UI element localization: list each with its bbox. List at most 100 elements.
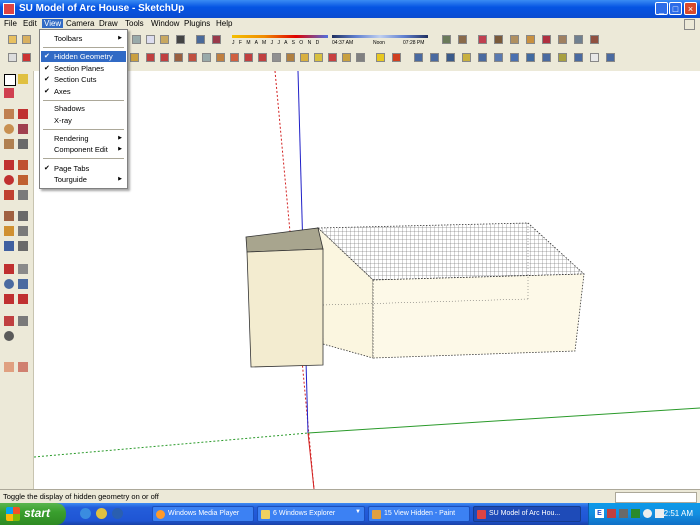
vcb-measurement-box[interactable] xyxy=(615,492,697,503)
minimize-icon[interactable]: _ xyxy=(655,2,668,15)
menu-draw[interactable]: Draw xyxy=(99,19,118,28)
zoom-tool-icon[interactable] xyxy=(4,279,14,289)
fog-icon[interactable] xyxy=(212,35,221,44)
star-icon[interactable] xyxy=(376,53,385,62)
outlook-icon[interactable] xyxy=(96,508,107,519)
position-camera-left-icon[interactable] xyxy=(4,316,14,326)
open-folder-icon[interactable] xyxy=(22,35,31,44)
styles-icon[interactable] xyxy=(494,35,503,44)
volume-icon[interactable] xyxy=(655,509,664,518)
menu-file[interactable]: File xyxy=(4,19,17,28)
push-pull-icon[interactable] xyxy=(174,53,183,62)
menu-camera[interactable]: Camera xyxy=(66,19,94,28)
menu-plugins[interactable]: Plugins xyxy=(184,19,210,28)
preferences-icon[interactable] xyxy=(590,35,599,44)
zoom-window-tool-icon[interactable] xyxy=(18,279,28,289)
shaded-icon[interactable] xyxy=(558,53,567,62)
walk-left-icon[interactable] xyxy=(18,316,28,326)
security-icon[interactable] xyxy=(631,509,640,518)
menu-item-toolbars[interactable]: Toolbars ▶ xyxy=(41,33,126,44)
menu-item-section-planes[interactable]: ✔ Section Planes xyxy=(41,63,126,74)
dimension-left-icon[interactable] xyxy=(18,226,28,236)
protractor-icon[interactable] xyxy=(258,53,267,62)
text-tool-left-icon[interactable] xyxy=(18,211,28,221)
maximize-icon[interactable]: □ xyxy=(669,2,682,15)
camera-front-icon[interactable] xyxy=(160,35,169,44)
task-windows-media-player[interactable]: Windows Media Player xyxy=(152,506,254,522)
layer-manager-icon[interactable] xyxy=(442,35,451,44)
menu-item-hidden-geometry[interactable]: ✔ Hidden Geometry xyxy=(41,51,126,62)
rotate-tool-icon[interactable] xyxy=(4,175,14,185)
help-icon[interactable] xyxy=(590,53,599,62)
follow-me-tool-icon[interactable] xyxy=(18,175,28,185)
media-player-icon[interactable] xyxy=(112,508,123,519)
zoom-icon[interactable] xyxy=(342,53,351,62)
entity-info-icon[interactable] xyxy=(542,35,551,44)
task-paint[interactable]: 15 View Hidden - Paint xyxy=(368,506,470,522)
move-tool-icon[interactable] xyxy=(4,160,14,170)
camera-back-icon[interactable] xyxy=(176,35,185,44)
zoom-extents-icon[interactable] xyxy=(4,294,14,304)
gear-icon[interactable] xyxy=(130,53,139,62)
erase-icon[interactable] xyxy=(22,53,31,62)
cancel-x-icon[interactable] xyxy=(392,53,401,62)
rectangle-icon[interactable] xyxy=(4,109,14,119)
camera-top-icon[interactable] xyxy=(146,35,155,44)
antivirus-icon[interactable] xyxy=(607,509,616,518)
restore-document-icon[interactable] xyxy=(684,19,695,30)
3d-text-left-icon[interactable] xyxy=(18,241,28,251)
cut-icon[interactable] xyxy=(8,53,17,62)
zoom-window-icon[interactable] xyxy=(356,53,365,62)
circle-icon[interactable] xyxy=(4,124,14,134)
freehand-icon[interactable] xyxy=(18,139,28,149)
polygon-icon[interactable] xyxy=(4,139,14,149)
network-icon[interactable] xyxy=(619,509,628,518)
menu-item-tourguide[interactable]: Tourguide ▶ xyxy=(41,174,126,185)
select-arrow-icon[interactable] xyxy=(4,74,16,86)
model-info-icon[interactable] xyxy=(574,35,583,44)
scale-tool-icon[interactable] xyxy=(4,190,14,200)
3d-text-icon[interactable] xyxy=(300,53,309,62)
tape-tool-icon[interactable] xyxy=(4,211,14,221)
sketchup-app-icon[interactable] xyxy=(3,3,15,15)
text-tool-icon[interactable] xyxy=(272,53,281,62)
position-camera-icon[interactable] xyxy=(446,53,455,62)
eraser-icon[interactable] xyxy=(4,88,14,98)
section-cut-icon[interactable] xyxy=(494,53,503,62)
menu-help[interactable]: Help xyxy=(216,19,232,28)
menu-view[interactable]: View xyxy=(42,19,64,28)
line-pencil-icon[interactable] xyxy=(18,109,28,119)
section-display-left-icon[interactable] xyxy=(18,362,28,372)
menu-item-section-cuts[interactable]: ✔ Section Cuts xyxy=(41,74,126,85)
start-button[interactable]: start xyxy=(0,503,66,525)
display-section-icon[interactable] xyxy=(478,53,487,62)
scenes-icon[interactable] xyxy=(510,35,519,44)
scale-icon[interactable] xyxy=(202,53,211,62)
task-sketchup[interactable]: SU Model of Arc Hou... xyxy=(473,506,581,522)
clock[interactable]: 2:51 AM xyxy=(664,509,693,518)
pan-icon[interactable] xyxy=(328,53,337,62)
look-around-left-icon[interactable] xyxy=(4,331,14,341)
axes-left-icon[interactable] xyxy=(4,226,14,236)
section-plane-left-icon[interactable] xyxy=(4,362,14,372)
time-slider[interactable] xyxy=(332,35,428,38)
walk-icon[interactable] xyxy=(414,53,423,62)
materials-icon[interactable] xyxy=(478,35,487,44)
menu-item-rendering[interactable]: Rendering ▶ xyxy=(41,133,126,144)
new-file-icon[interactable] xyxy=(8,35,17,44)
textured-icon[interactable] xyxy=(574,53,583,62)
menu-tools[interactable]: Tools xyxy=(125,19,144,28)
offset-tool-icon[interactable] xyxy=(18,190,28,200)
menu-item-component-edit[interactable]: Component Edit ▶ xyxy=(41,144,126,155)
ie-icon[interactable] xyxy=(80,508,91,519)
menu-item-xray[interactable]: X-ray xyxy=(41,115,126,126)
previous-view-icon[interactable] xyxy=(18,294,28,304)
shadow-toggle-icon[interactable] xyxy=(196,35,205,44)
orbit-tool-icon[interactable] xyxy=(4,264,14,274)
xray-icon[interactable] xyxy=(510,53,519,62)
pan-tool-icon[interactable] xyxy=(18,264,28,274)
offset-icon[interactable] xyxy=(216,53,225,62)
soften-edges-icon[interactable] xyxy=(558,35,567,44)
language-indicator[interactable]: E xyxy=(595,509,604,518)
date-slider[interactable] xyxy=(232,35,328,38)
